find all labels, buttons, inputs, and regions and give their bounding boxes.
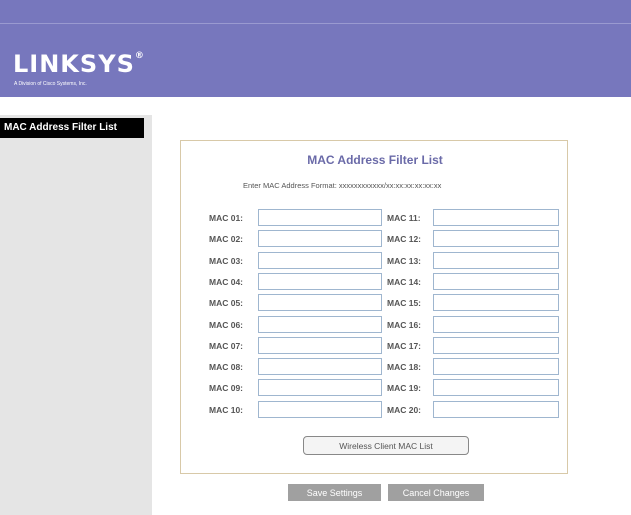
mac-06-label: MAC 06: xyxy=(209,320,244,330)
mac-09-input[interactable] xyxy=(258,379,382,396)
mac-13-input[interactable] xyxy=(433,252,559,269)
format-hint: Enter MAC Address Format: xxxxxxxxxxxx/x… xyxy=(243,181,442,190)
mac-12-label: MAC 12: xyxy=(387,234,422,244)
mac-02-input[interactable] xyxy=(258,230,382,247)
sidebar-top-strip xyxy=(0,97,152,115)
sidebar xyxy=(0,97,152,515)
mac-19-input[interactable] xyxy=(433,379,559,396)
brand-name: LINKSYS xyxy=(13,50,135,78)
mac-11-input[interactable] xyxy=(433,209,559,226)
mac-07-label: MAC 07: xyxy=(209,341,244,351)
mac-17-input[interactable] xyxy=(433,337,559,354)
mac-08-label: MAC 08: xyxy=(209,362,244,372)
cancel-changes-button[interactable]: Cancel Changes xyxy=(388,484,484,501)
mac-04-label: MAC 04: xyxy=(209,277,244,287)
mac-19-label: MAC 19: xyxy=(387,383,422,393)
mac-14-label: MAC 14: xyxy=(387,277,422,287)
brand-subtitle: A Division of Cisco Systems, Inc. xyxy=(14,81,87,87)
save-settings-button[interactable]: Save Settings xyxy=(288,484,381,501)
mac-12-input[interactable] xyxy=(433,230,559,247)
mac-01-label: MAC 01: xyxy=(209,213,244,223)
mac-20-label: MAC 20: xyxy=(387,405,422,415)
header-divider xyxy=(0,23,631,24)
mac-05-input[interactable] xyxy=(258,294,382,311)
mac-09-label: MAC 09: xyxy=(209,383,244,393)
mac-10-input[interactable] xyxy=(258,401,382,418)
mac-03-label: MAC 03: xyxy=(209,256,244,266)
mac-01-input[interactable] xyxy=(258,209,382,226)
nav-item-mac-address-filter-list[interactable]: MAC Address Filter List xyxy=(0,118,144,138)
mac-04-input[interactable] xyxy=(258,273,382,290)
mac-17-label: MAC 17: xyxy=(387,341,422,351)
mac-05-label: MAC 05: xyxy=(209,298,244,308)
mac-14-input[interactable] xyxy=(433,273,559,290)
mac-20-input[interactable] xyxy=(433,401,559,418)
header-bar xyxy=(0,0,631,97)
mac-16-input[interactable] xyxy=(433,316,559,333)
mac-07-input[interactable] xyxy=(258,337,382,354)
mac-11-label: MAC 11: xyxy=(387,213,421,223)
mac-15-label: MAC 15: xyxy=(387,298,422,308)
mac-15-input[interactable] xyxy=(433,294,559,311)
panel-title: MAC Address Filter List xyxy=(307,153,443,167)
mac-10-label: MAC 10: xyxy=(209,405,244,415)
mac-08-input[interactable] xyxy=(258,358,382,375)
mac-02-label: MAC 02: xyxy=(209,234,244,244)
linksys-logo: LINKSYS® xyxy=(13,50,145,78)
mac-13-label: MAC 13: xyxy=(387,256,422,266)
wireless-client-mac-list-button[interactable]: Wireless Client MAC List xyxy=(303,436,469,455)
registered-mark: ® xyxy=(134,51,145,61)
mac-03-input[interactable] xyxy=(258,252,382,269)
mac-16-label: MAC 16: xyxy=(387,320,422,330)
mac-06-input[interactable] xyxy=(258,316,382,333)
mac-18-input[interactable] xyxy=(433,358,559,375)
mac-18-label: MAC 18: xyxy=(387,362,422,372)
